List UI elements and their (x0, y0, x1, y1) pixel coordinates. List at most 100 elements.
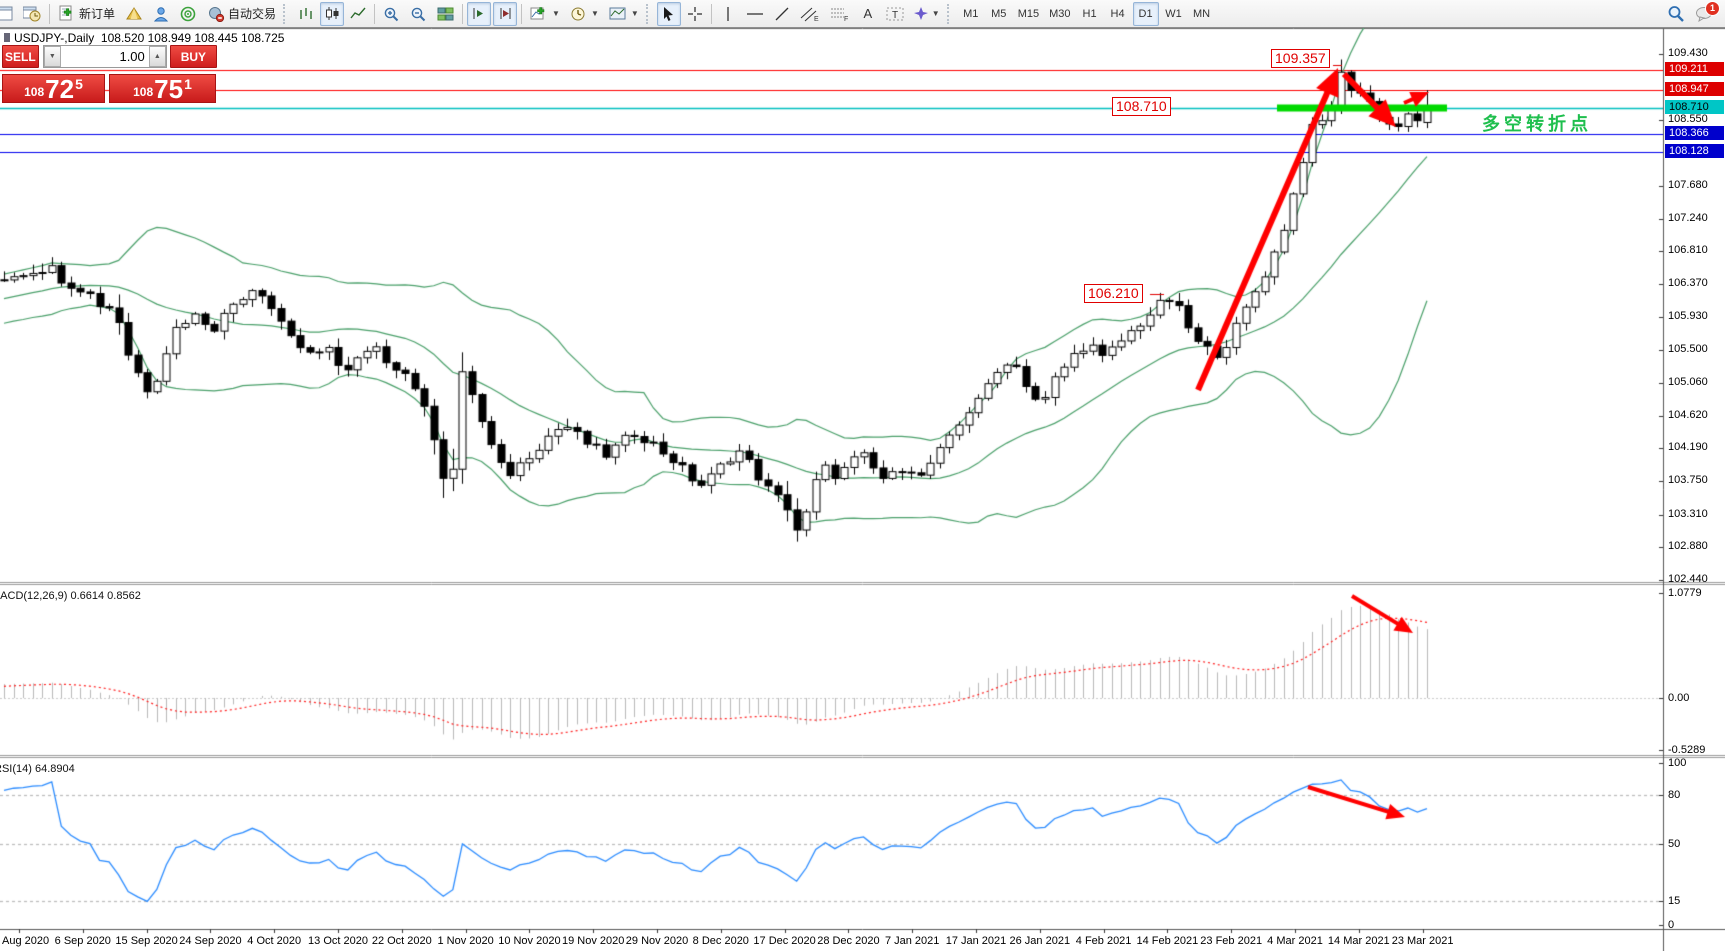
text-button[interactable]: A (856, 2, 880, 26)
broadcast-button[interactable] (176, 2, 201, 26)
timeframe-group: M1M5M15M30H1H4D1W1MN (957, 2, 1216, 26)
equidistant-channel-button[interactable]: E (796, 2, 824, 26)
toolbar-handle (947, 4, 953, 24)
date-axis-label: 22 Oct 2020 (372, 935, 432, 947)
volume-decrease-button[interactable]: ▼ (44, 46, 61, 67)
zoom-in-button[interactable] (379, 2, 404, 26)
rsi-axis-tick: 50 (1668, 838, 1680, 850)
sell-button[interactable]: SELL (2, 45, 39, 68)
date-axis-label: 26 Jan 2021 (1010, 935, 1071, 947)
rsi-axis-tick: 0 (1668, 919, 1674, 931)
dropdown-caret: ▼ (932, 9, 940, 18)
timeframe-button-d1[interactable]: D1 (1133, 2, 1159, 26)
peak-price-label: 109.357 (1271, 49, 1330, 68)
buy-price-display[interactable]: 108 75 1 (109, 74, 216, 103)
timeframe-button-mn[interactable]: MN (1189, 2, 1215, 26)
buy-price-pips: 75 (154, 76, 183, 102)
date-axis-label: 14 Feb 2021 (1137, 935, 1199, 947)
sell-price-figure: 108 (24, 85, 44, 99)
date-axis-label: 15 Sep 2020 (115, 935, 177, 947)
chart-canvas[interactable] (0, 0, 1725, 951)
horizontal-line-button[interactable] (742, 2, 768, 26)
timeframe-clock-button[interactable]: ▼ (566, 2, 603, 26)
autotrading-label: 自动交易 (228, 5, 276, 22)
auto-scroll-button[interactable] (467, 2, 491, 26)
cursor-button[interactable] (657, 2, 681, 26)
sell-price-pips: 72 (45, 76, 74, 102)
history-center-button[interactable] (19, 2, 45, 26)
dropdown-caret: ▼ (591, 9, 599, 18)
date-axis-label: 13 Oct 2020 (308, 935, 368, 947)
chart-shift-button[interactable] (493, 2, 517, 26)
main-toolbar: 新订单 自动交易 (0, 0, 1725, 28)
price-axis-tick: 106.810 (1668, 244, 1708, 256)
rsi-axis-tick: 80 (1668, 789, 1680, 801)
price-axis-tick: 108.550 (1668, 113, 1708, 125)
symbol-icon (4, 33, 10, 42)
buy-price-point: 1 (184, 76, 192, 92)
metaquotes-button[interactable] (121, 2, 147, 26)
price-axis-tick: 103.750 (1668, 474, 1708, 486)
arrows-button[interactable]: ▼ (910, 2, 944, 26)
line-chart-button[interactable] (346, 2, 370, 26)
date-axis-label: 17 Jan 2021 (946, 935, 1007, 947)
person-icon (153, 6, 170, 22)
new-order-button[interactable]: 新订单 (54, 2, 119, 26)
zoom-out-button[interactable] (406, 2, 431, 26)
price-axis-tick: 104.620 (1668, 409, 1708, 421)
sell-price-display[interactable]: 108 72 5 (2, 74, 105, 103)
text-label-button[interactable]: T (882, 2, 908, 26)
fibonacci-button[interactable]: F (826, 2, 854, 26)
gold-cone-icon (125, 6, 143, 22)
mt4-window: 新订单 自动交易 (0, 0, 1725, 951)
timeframe-button-m1[interactable]: M1 (958, 2, 984, 26)
timeframe-button-m15[interactable]: M15 (1014, 2, 1043, 26)
indicators-button[interactable]: ▼ (526, 2, 564, 26)
volume-stepper: ▼ ▲ (43, 45, 167, 68)
buy-button[interactable]: BUY (170, 45, 217, 68)
timeframe-button-w1[interactable]: W1 (1161, 2, 1187, 26)
price-axis-tick: 107.240 (1668, 212, 1708, 224)
price-axis-tick: 105.500 (1668, 343, 1708, 355)
price-axis-tick: 105.930 (1668, 310, 1708, 322)
new-chart-button[interactable] (0, 2, 17, 26)
volume-input[interactable] (61, 46, 149, 67)
toolbar-handle (646, 4, 652, 24)
date-axis-label: 1 Nov 2020 (437, 935, 493, 947)
chart-ohlc: 108.520 108.949 108.445 108.725 (101, 31, 285, 45)
bar-chart-button[interactable] (294, 2, 318, 26)
candlestick-chart-button[interactable] (320, 2, 344, 26)
timeframe-button-h1[interactable]: H1 (1077, 2, 1103, 26)
tile-windows-button[interactable] (433, 2, 458, 26)
new-order-label: 新订单 (79, 5, 115, 22)
price-axis-tick: 107.680 (1668, 179, 1708, 191)
timeframe-button-m30[interactable]: M30 (1045, 2, 1074, 26)
one-click-trading-panel: SELL ▼ ▲ BUY 108 72 5 108 75 1 (2, 45, 217, 103)
date-axis-label: 8 Dec 2020 (693, 935, 749, 947)
chart-title-row: USDJPY-,Daily 108.520 108.949 108.445 10… (4, 31, 284, 45)
rsi-indicator-label: RSI(14) 64.8904 (0, 763, 75, 775)
autotrading-button[interactable]: 自动交易 (203, 2, 280, 26)
volume-increase-button[interactable]: ▲ (149, 46, 166, 67)
svg-text:T: T (892, 10, 898, 21)
price-axis-badge: 108.128 (1665, 144, 1724, 158)
macd-indicator-label: MACD(12,26,9) 0.6614 0.8562 (0, 590, 141, 602)
date-axis-label: 17 Dec 2020 (753, 935, 815, 947)
crosshair-button[interactable] (683, 2, 707, 26)
date-axis-label: 10 Nov 2020 (498, 935, 560, 947)
toolbar-separator (521, 4, 522, 24)
vertical-line-button[interactable] (716, 2, 740, 26)
date-axis-label: 24 Sep 2020 (179, 935, 241, 947)
templates-button[interactable]: ▼ (605, 2, 643, 26)
trendline-button[interactable] (770, 2, 794, 26)
breakout-price-label: 106.210 (1084, 284, 1143, 303)
price-axis-badge: 109.211 (1665, 62, 1724, 76)
svg-text:E: E (814, 16, 819, 22)
timeframe-button-m5[interactable]: M5 (986, 2, 1012, 26)
timeframe-button-h4[interactable]: H4 (1105, 2, 1131, 26)
community-button[interactable] (149, 2, 174, 26)
notifications-button[interactable]: 1 (1691, 2, 1717, 26)
notification-badge: 1 (1705, 1, 1720, 16)
autotrading-icon (207, 6, 225, 22)
search-button[interactable] (1663, 2, 1689, 26)
